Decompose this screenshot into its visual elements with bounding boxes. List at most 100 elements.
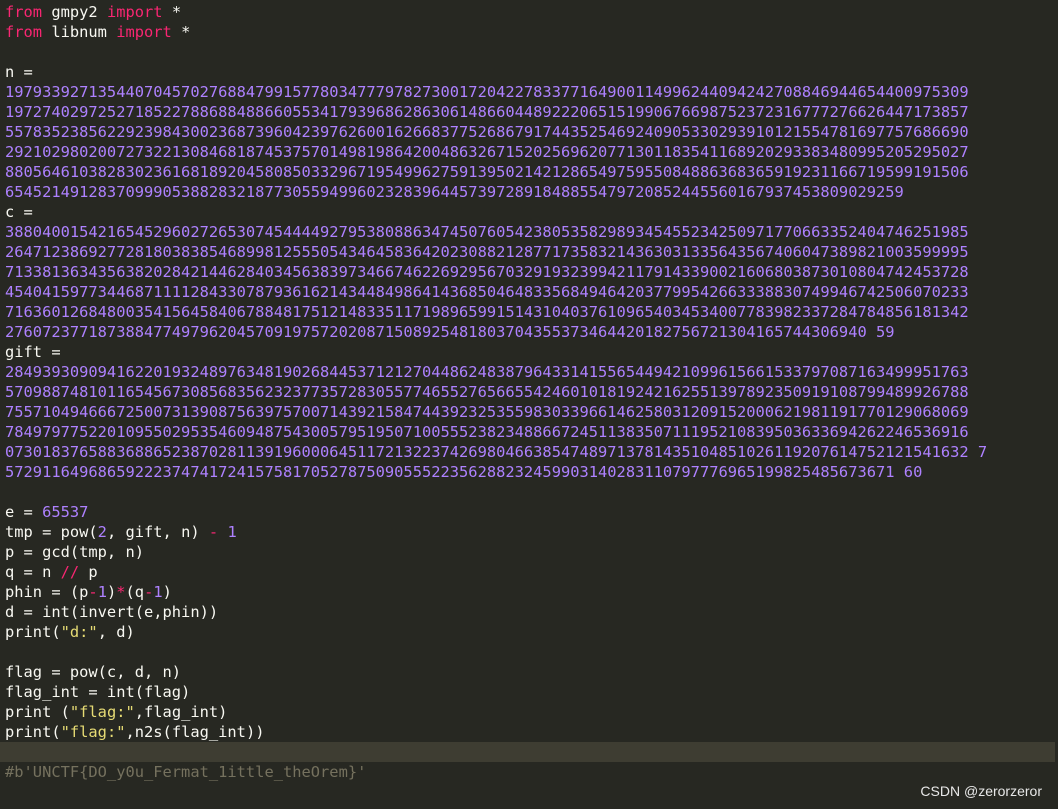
code-token: 2647123869277281803838546899812555054346… — [5, 243, 969, 261]
code-token: n = — [5, 63, 33, 81]
code-token: ) — [106, 583, 117, 601]
code-token: e = — [5, 503, 43, 521]
code-line[interactable]: e = 65537 — [5, 502, 1055, 522]
code-token: gift = — [5, 343, 61, 361]
code-token: import — [116, 23, 172, 41]
code-line[interactable]: 1979339271354407045702768847991577803477… — [5, 82, 1055, 102]
code-token: 3880400154216545296027265307454444927953… — [5, 223, 969, 241]
code-token: 2 — [97, 523, 107, 541]
code-token: 1 — [153, 583, 163, 601]
code-token: - — [208, 523, 219, 541]
code-line[interactable]: 7133813634356382028421446284034563839734… — [5, 262, 1055, 282]
code-token: 6545214912837099905388283218773055949960… — [5, 183, 904, 201]
code-token: ) — [162, 583, 172, 601]
code-token: "flag:" — [69, 703, 135, 721]
code-line[interactable]: gift = — [5, 342, 1055, 362]
code-line[interactable]: from libnum import * — [5, 22, 1055, 42]
code-line[interactable]: print("flag:",n2s(flag_int)) — [5, 722, 1055, 742]
code-line[interactable]: 3880400154216545296027265307454444927953… — [5, 222, 1055, 242]
code-token: from — [5, 3, 43, 21]
code-line[interactable]: 7849797752201095502953546094875430057951… — [5, 422, 1055, 442]
code-token: p — [79, 563, 98, 581]
code-line[interactable] — [5, 642, 1055, 662]
code-token: 1 — [97, 583, 107, 601]
code-line[interactable]: p = gcd(tmp, n) — [5, 542, 1055, 562]
code-token: "d:" — [60, 623, 98, 641]
code-line[interactable]: phin = (p-1)*(q-1) — [5, 582, 1055, 602]
code-token: 1972740297252718522788688488660553417939… — [5, 103, 969, 121]
code-token: 7163601268480035415645840678848175121483… — [5, 303, 969, 321]
code-line[interactable]: #b'UNCTF{DO_y0u_Fermat_1ittle_theOrem}' — [5, 762, 1055, 782]
code-token: * — [171, 23, 191, 41]
code-line[interactable]: print("d:", d) — [5, 622, 1055, 642]
code-token: 1 — [227, 523, 237, 541]
code-line[interactable]: 6545214912837099905388283218773055949960… — [5, 182, 1055, 202]
code-line[interactable]: 5729116496865922237474172415758170527875… — [5, 462, 1055, 482]
code-token: 65537 — [42, 503, 89, 521]
code-line[interactable]: flag = pow(c, d, n) — [5, 662, 1055, 682]
code-line[interactable]: 4540415977344687111128433078793616214344… — [5, 282, 1055, 302]
code-token: * — [162, 3, 182, 21]
code-token: c = — [5, 203, 33, 221]
code-token: // — [60, 563, 80, 581]
code-token: ,flag_int) — [134, 703, 228, 721]
code-token: 2921029802007273221308468187453757014981… — [5, 143, 969, 161]
code-line[interactable]: flag_int = int(flag) — [5, 682, 1055, 702]
code-token: "flag:" — [60, 723, 126, 741]
code-line[interactable]: 5709887481011654567308568356232377357283… — [5, 382, 1055, 402]
code-token: , gift, n) — [106, 523, 209, 541]
code-line[interactable]: d = int(invert(e,phin)) — [5, 602, 1055, 622]
code-token: 8805646103828302361681892045808503329671… — [5, 163, 969, 181]
code-token: flag_int = int(flag) — [5, 683, 191, 701]
code-token: , d) — [97, 623, 135, 641]
code-token: q = n — [5, 563, 61, 581]
code-token: import — [106, 3, 163, 21]
code-line[interactable]: print ("flag:",flag_int) — [5, 702, 1055, 722]
code-token: 5709887481011654567308568356232377357283… — [5, 383, 969, 401]
code-token: * — [116, 583, 126, 601]
code-token: (q — [125, 583, 145, 601]
code-token: print ( — [5, 703, 70, 721]
code-token: phin = (p — [5, 583, 89, 601]
code-line[interactable]: 2647123869277281803838546899812555054346… — [5, 242, 1055, 262]
code-line[interactable] — [5, 482, 1055, 502]
code-token: 0730183765883688652387028113919600064511… — [5, 443, 988, 461]
code-line[interactable]: c = — [5, 202, 1055, 222]
code-token: 7133813634356382028421446284034563839734… — [5, 263, 969, 281]
code-line[interactable] — [0, 742, 1055, 762]
code-token: 7849797752201095502953546094875430057951… — [5, 423, 969, 441]
code-token: gmpy2 — [42, 3, 107, 21]
code-token: from — [5, 23, 43, 41]
code-token: print( — [5, 723, 61, 741]
code-editor[interactable]: from gmpy2 import * from libnum import * … — [0, 2, 1055, 782]
code-line[interactable]: 0730183765883688652387028113919600064511… — [5, 442, 1055, 462]
code-line[interactable] — [5, 42, 1055, 62]
code-line[interactable]: 2760723771873884774979620457091975720208… — [5, 322, 1055, 342]
code-token: 5729116496865922237474172415758170527875… — [5, 463, 923, 481]
code-token: tmp = pow( — [5, 523, 98, 541]
code-line[interactable]: 7557104946667250073139087563975700714392… — [5, 402, 1055, 422]
code-token: flag = pow(c, d, n) — [5, 663, 182, 681]
code-line[interactable]: 2921029802007273221308468187453757014981… — [5, 142, 1055, 162]
code-token: #b'UNCTF{DO_y0u_Fermat_1ittle_theOrem}' — [5, 763, 367, 781]
code-token: 2849393090941622019324897634819026844537… — [5, 363, 969, 381]
code-token: - — [144, 583, 154, 601]
code-line[interactable]: 2849393090941622019324897634819026844537… — [5, 362, 1055, 382]
code-line[interactable]: q = n // p — [5, 562, 1055, 582]
code-line[interactable]: 8805646103828302361681892045808503329671… — [5, 162, 1055, 182]
code-token: ,n2s(flag_int)) — [125, 723, 265, 741]
code-token: 5578352385622923984300236873960423976260… — [5, 123, 969, 141]
code-line[interactable]: from gmpy2 import * — [5, 2, 1055, 22]
watermark: CSDN @zerorzeror — [920, 783, 1042, 799]
code-token: 2760723771873884774979620457091975720208… — [5, 323, 895, 341]
code-line[interactable]: 7163601268480035415645840678848175121483… — [5, 302, 1055, 322]
code-line[interactable]: 1972740297252718522788688488660553417939… — [5, 102, 1055, 122]
code-token: print( — [5, 623, 61, 641]
code-line[interactable]: n = — [5, 62, 1055, 82]
code-token: 1979339271354407045702768847991577803477… — [5, 83, 969, 101]
code-line[interactable]: tmp = pow(2, gift, n) - 1 — [5, 522, 1055, 542]
code-token: libnum — [42, 23, 117, 41]
code-line[interactable]: 5578352385622923984300236873960423976260… — [5, 122, 1055, 142]
code-token: - — [88, 583, 98, 601]
code-token: 7557104946667250073139087563975700714392… — [5, 403, 969, 421]
